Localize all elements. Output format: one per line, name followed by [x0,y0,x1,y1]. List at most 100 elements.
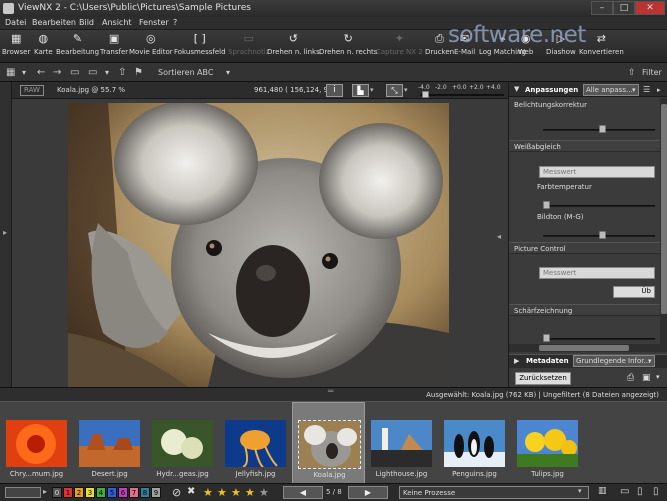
filter-icon[interactable]: ⇧ [628,67,636,79]
sort-dropdown[interactable]: ABC [197,67,213,79]
folder-icon[interactable]: ▭ [70,67,79,79]
toolbar-drehen-n-rechts-button[interactable]: ↻ Drehen n. rechts [319,32,377,56]
menu-fenster[interactable]: Fenster [139,18,169,27]
panel-tab-adjustments[interactable]: Anpassungen [525,86,578,94]
toolbar-movie-editor-button[interactable]: ◎ Movie Editor [129,32,173,56]
rating-star-icon[interactable]: ★ [217,486,227,499]
toolbar-capture-nx-2-button[interactable]: ✦ Capture NX 2 [376,32,423,56]
rating-star-icon[interactable]: ★ [245,486,255,499]
color-label-8[interactable]: 8 [140,487,150,498]
settings-icon[interactable]: ▭ [620,486,629,497]
bottom-chevron-icon[interactable]: ▸ [43,487,47,496]
preset-dropdown[interactable]: Alle anpass... [583,84,639,96]
panel-toggle-icon[interactable]: ▯ [637,486,643,497]
exposure-thumb[interactable] [599,125,606,133]
fit-dropdown-icon[interactable]: ▾ [404,86,408,94]
toolbar-browser-button[interactable]: ▦ Browser [2,32,30,56]
no-rating-icon[interactable]: ⊘ [172,486,181,499]
picture-control-header[interactable]: Picture Control [509,242,660,254]
toolbar-fokusmessfeld-button[interactable]: [ ] Fokusmessfeld [174,32,226,56]
info-icon[interactable]: i [326,84,343,97]
expand-right-icon[interactable]: ◂ [497,232,501,241]
sharpening-header[interactable]: Schärfzeichnung [509,304,660,316]
close-button[interactable]: ✕ [635,1,665,15]
metadata-chevron-icon[interactable]: ▾ [648,357,652,365]
layout-icon[interactable]: ▯ [653,486,659,497]
export-icon[interactable]: ⇧ [118,67,126,79]
process-chevron-icon[interactable]: ▾ [578,487,582,495]
metadata-expand-icon[interactable]: ▶ [514,357,519,365]
filmstrip-thumbnail[interactable]: Chry...mum.jpg [0,402,73,484]
filmstrip-thumbnail[interactable]: Penguins.jpg [438,402,511,484]
back-arrow-icon[interactable]: ← [37,67,45,79]
panel-hscroll-thumb[interactable] [539,345,629,351]
exposure-slider-thumb[interactable] [422,91,429,98]
panel-chevron-icon[interactable]: ▸ [657,86,661,94]
rating-star-icon[interactable]: ★ [231,486,241,499]
minimize-button[interactable]: – [591,1,613,15]
color-label-5[interactable]: 5 [107,487,117,498]
menu-datei[interactable]: Datei [5,18,26,27]
trash-icon[interactable]: ✖ [187,486,195,497]
collapse-triangle-icon[interactable]: ▼ [514,85,519,93]
wb-dropdown[interactable]: Messwert [539,166,655,178]
filmstrip-thumbnail[interactable]: Desert.jpg [73,402,146,484]
apply-button[interactable]: Üb [613,286,655,298]
color-label-4[interactable]: 4 [96,487,106,498]
save-icon[interactable]: ⎙ [627,373,634,383]
color-temp-slider[interactable] [543,205,655,207]
left-panel-toggle[interactable]: ▸ [0,82,12,387]
color-label-7[interactable]: 7 [129,487,139,498]
filmstrip-thumbnail[interactable]: Koala.jpg [292,402,365,484]
menu-ansicht[interactable]: Ansicht [102,18,132,27]
color-label-9[interactable]: 9 [151,487,161,498]
pc-dropdown[interactable]: Messwert [539,267,655,279]
filmstrip-thumbnail[interactable]: Jellyfish.jpg [219,402,292,484]
toolbar-bearbeitung-button[interactable]: ✎ Bearbeitung [56,32,99,56]
exposure-slider-track[interactable] [420,94,504,96]
toolbar-sprachnotiz-button[interactable]: ▭ Sprachnotiz [228,32,269,56]
reset-chevron-icon[interactable]: ▾ [656,373,660,381]
filter-button[interactable]: Filter [642,67,662,79]
color-label-1[interactable]: 1 [63,487,73,498]
forward-arrow-icon[interactable]: → [53,67,61,79]
panel-scroll-thumb[interactable] [661,104,667,314]
toolbar-transfer-button[interactable]: ▣ Transfer [100,32,128,56]
flag-icon[interactable]: ⚑ [134,67,143,79]
reset-button[interactable]: Zurücksetzen [515,372,571,385]
histogram-dropdown-icon[interactable]: ▾ [370,86,374,94]
color-label-0[interactable]: 0 [52,487,62,498]
image-viewer[interactable]: RAW Koala.jpg @ 55.7 % 961,480 ( 156,124… [12,82,508,387]
folder-dropdown-icon[interactable]: ▾ [105,67,109,79]
color-label-2[interactable]: 2 [74,487,84,498]
prev-image-button[interactable]: ◀ [283,486,323,499]
toolbar-drehen-n-links-button[interactable]: ↺ Drehen n. links [267,32,320,56]
rating-star-icon[interactable]: ★ [203,486,213,499]
histogram-icon[interactable]: ▙ [352,84,369,97]
menu-help[interactable]: ? [173,18,177,27]
layout-grid-icon[interactable]: ▦ [6,67,15,79]
preset-chevron-icon[interactable]: ▾ [632,86,636,94]
splitter-grip-icon[interactable]: ═ [328,387,333,397]
toolbar-karte-button[interactable]: ◍ Karte [34,32,53,56]
rating-star-icon[interactable]: ★ [259,486,269,499]
sharpening-slider[interactable] [543,338,655,340]
filmstrip-thumbnail[interactable]: Tulips.jpg [511,402,584,484]
transfer-status-icon[interactable]: ▥ [598,486,607,496]
edit-icon[interactable]: ▣ [642,373,651,383]
dropdown-arrow-icon[interactable]: ▾ [22,67,26,79]
color-temp-thumb[interactable] [543,201,550,209]
maximize-button[interactable]: □ [613,1,635,15]
filmstrip-thumbnail[interactable]: Lighthouse.jpg [365,402,438,484]
menu-bild[interactable]: Bild [79,18,94,27]
folder-open-icon[interactable]: ▭ [88,67,97,79]
sort-chevron-icon[interactable]: ▾ [226,67,230,79]
white-balance-header[interactable]: Weißabgleich [509,140,660,152]
color-label-6[interactable]: 6 [118,487,128,498]
panel-menu-icon[interactable]: ☰ [643,85,650,94]
metadata-tab[interactable]: Metadaten [526,357,569,365]
thumbnail-size-slider[interactable] [5,487,41,498]
filmstrip-thumbnail[interactable]: Hydr...geas.jpg [146,402,219,484]
metadata-dropdown[interactable]: Grundlegende Infor... [573,355,655,367]
fit-screen-icon[interactable]: ⤡ [386,84,403,97]
